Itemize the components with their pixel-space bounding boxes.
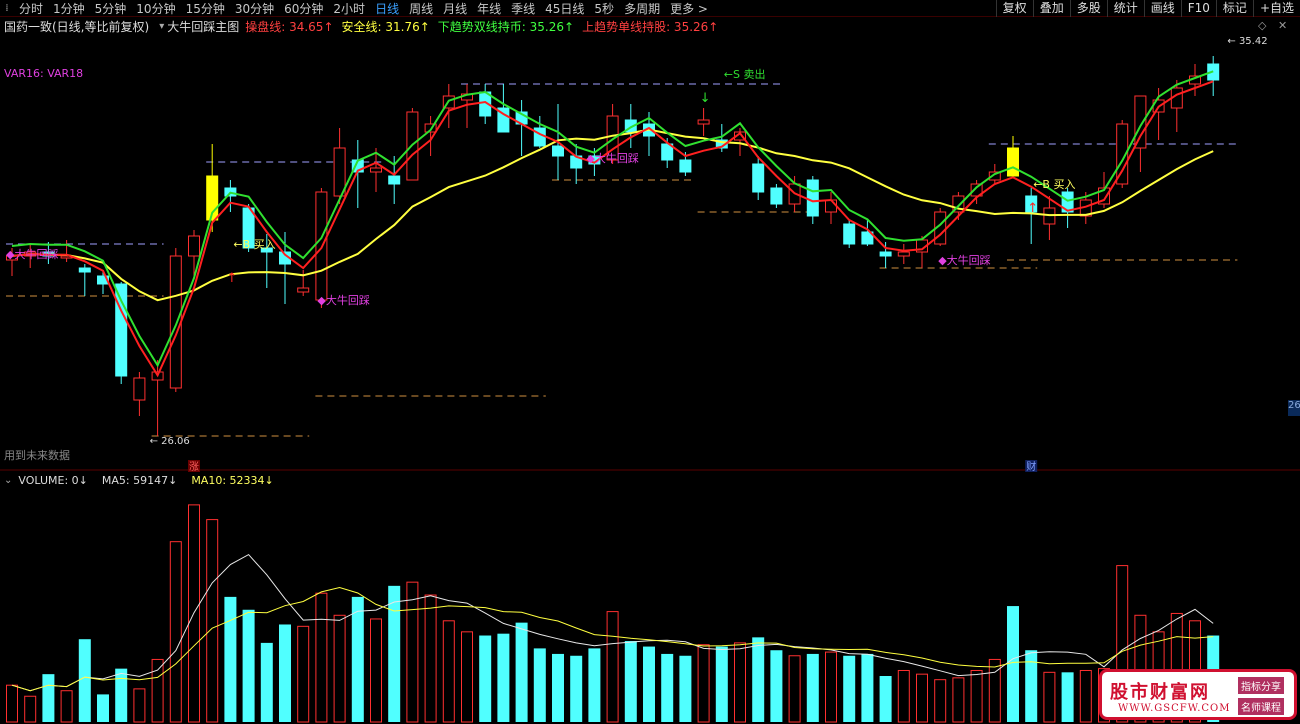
sell-signal: ←S 卖出 — [724, 67, 766, 81]
volume-bar — [461, 631, 473, 723]
volume-bar — [861, 653, 874, 722]
volume-bar — [533, 648, 546, 722]
volume-bar — [442, 620, 455, 723]
volume-bar — [351, 596, 364, 722]
volume-bar — [242, 609, 255, 722]
volume-bar — [315, 592, 328, 723]
candle-body — [533, 127, 546, 147]
candle-body — [679, 159, 692, 173]
volume-bar — [60, 690, 73, 723]
volume-bar — [661, 653, 674, 722]
candle-body — [825, 199, 837, 213]
volume-bar — [970, 669, 983, 723]
volume-bar — [115, 668, 128, 722]
volume-bar — [952, 677, 965, 723]
volume-bar — [734, 642, 746, 723]
volume-bar — [424, 594, 437, 723]
candle-body — [879, 251, 892, 257]
volume-bar — [916, 673, 928, 723]
volume-bar — [825, 651, 837, 723]
candle-body — [843, 223, 856, 245]
volume-bar — [1025, 650, 1038, 722]
candle-body — [1134, 95, 1147, 149]
volume-bar — [260, 642, 273, 722]
ma5-label: MA5: 59147↓ — [101, 473, 178, 487]
volume-bar — [697, 644, 710, 723]
collapse-icon[interactable]: ⌄ — [0, 475, 12, 486]
volume-bar — [151, 658, 164, 723]
volume-bar — [297, 625, 310, 723]
volume-bar — [133, 688, 146, 723]
buy-arrow-icon: ↑ — [226, 271, 237, 286]
candle-body — [133, 377, 146, 401]
volume-bar — [934, 679, 947, 723]
candle-body — [169, 255, 182, 389]
volume-bar — [843, 655, 856, 722]
volume-bar — [643, 646, 655, 722]
candle-body — [1007, 147, 1019, 177]
volume-bar — [169, 541, 182, 723]
volume-bar — [370, 618, 382, 723]
volume-info-bar: ⌄ VOLUME: 0↓ MA5: 59147↓ MA10: 52334↓ — [0, 472, 1300, 488]
candle-body — [552, 145, 564, 157]
volume-bar — [897, 669, 910, 723]
price-low-label: ← 26.06 — [150, 436, 190, 447]
volume-bar — [388, 585, 401, 722]
site-logo: 股市财富网 WWW.GSCFW.COM 指标分享 名师课程 — [1099, 669, 1297, 720]
volume-bar — [588, 648, 601, 722]
volume-label: VOLUME: 0↓ — [18, 473, 88, 487]
volume-bar — [279, 624, 291, 722]
volume-bar — [1043, 671, 1056, 723]
volume-bar — [333, 614, 346, 723]
volume-bar — [6, 684, 18, 723]
candle-body — [115, 283, 128, 377]
volume-bar — [770, 650, 783, 722]
candle-body — [770, 187, 783, 205]
volume-bar — [479, 635, 492, 722]
volume-bar — [42, 674, 55, 722]
buy-signal: ←B 买入 — [233, 238, 275, 251]
candle-body — [370, 167, 382, 173]
candle-body — [297, 287, 310, 293]
kline-chart[interactable]: ◆大牛回踩 ◆大牛回踩 ◆大牛回踩 ◆大牛回踩 ←B 买入 ←S 卖出 ←B 买入 ← 35.… — [0, 0, 1300, 724]
pullback-signal: ◆大牛回踩 — [586, 151, 638, 165]
volume-bar — [515, 622, 528, 722]
candle-body — [752, 163, 765, 193]
volume-bar — [1079, 669, 1092, 723]
volume-bar — [206, 519, 219, 723]
pullback-signal: ◆大牛回踩 — [6, 247, 58, 261]
volume-bar — [78, 639, 91, 722]
volume-bar — [606, 611, 619, 723]
volume-bar — [406, 581, 419, 723]
candle-body — [697, 119, 710, 125]
volume-bar — [97, 694, 109, 722]
pullback-signal: ◆大牛回踩 — [938, 253, 990, 267]
volume-bar — [1007, 606, 1019, 722]
volume-bar — [552, 653, 564, 722]
price-high-label: ← 35.42 — [1227, 36, 1267, 47]
volume-bar — [24, 695, 37, 723]
pullback-signal: ◆大牛回踩 — [317, 293, 369, 307]
volume-bar — [624, 641, 637, 722]
candle-body — [188, 235, 200, 257]
sell-arrow-icon: ↓ — [700, 91, 711, 106]
candle-body — [806, 179, 819, 217]
buy-signal: ←B 买入 — [1033, 178, 1075, 191]
volume-bar — [497, 633, 510, 722]
volume-bar — [224, 596, 237, 722]
candle-body — [897, 251, 910, 257]
volume-bar — [879, 676, 892, 722]
volume-bar — [806, 653, 819, 722]
buy-arrow-icon: ↑ — [1027, 201, 1038, 216]
ma10-label: MA10: 52334↓ — [191, 473, 274, 487]
volume-bar — [679, 655, 692, 722]
volume-bar — [570, 655, 583, 722]
volume-bar — [752, 637, 765, 722]
candle-body — [78, 267, 91, 273]
candle-body — [388, 175, 401, 185]
volume-bar — [788, 655, 801, 723]
volume-bar — [715, 646, 728, 722]
volume-bar — [1061, 672, 1074, 722]
